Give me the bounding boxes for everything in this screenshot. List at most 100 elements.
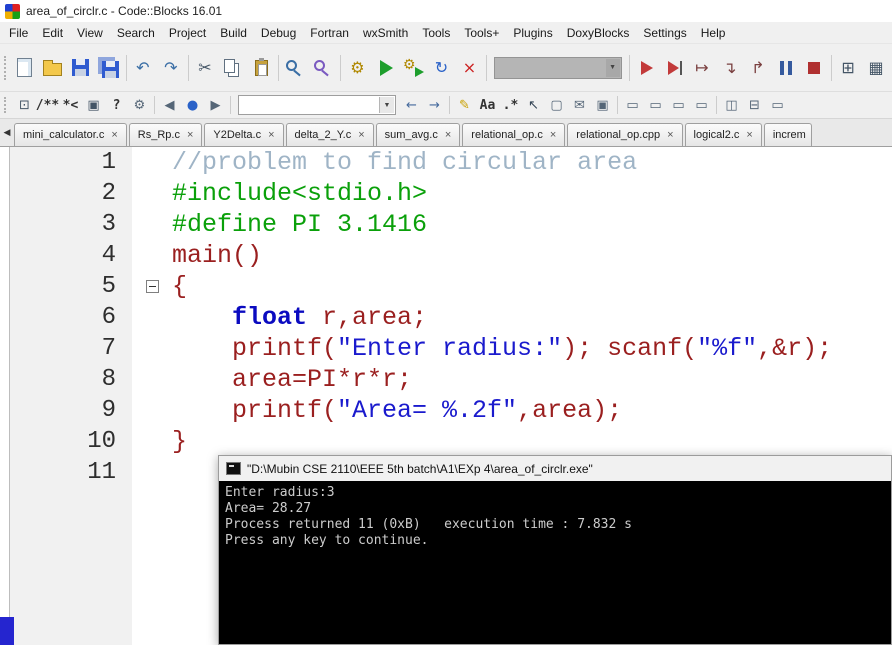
debugging-windows-button[interactable]: ⊞ [834, 54, 862, 82]
menu-item-tools[interactable]: Tools [415, 22, 457, 43]
save-all-button[interactable] [95, 54, 123, 82]
debug-continue-button[interactable] [632, 54, 660, 82]
close-tab-icon[interactable]: × [358, 129, 364, 141]
doxy-config-button[interactable]: ⚙ [128, 94, 151, 116]
split-view-button[interactable]: ◫ [720, 94, 743, 116]
redo-button[interactable]: ↷ [157, 54, 185, 82]
various-info-button[interactable]: ▦ [862, 54, 890, 82]
copy-button[interactable] [219, 54, 247, 82]
console-output[interactable]: Enter radius:3 Area= 28.27 Process returne… [219, 481, 891, 549]
menu-item-build[interactable]: Build [213, 22, 254, 43]
stop-debugger-button[interactable] [800, 54, 828, 82]
menu-item-debug[interactable]: Debug [254, 22, 303, 43]
menu-item-search[interactable]: Search [110, 22, 162, 43]
next-line-button[interactable]: ↦ [688, 54, 716, 82]
close-tab-icon[interactable]: × [111, 129, 117, 141]
title-bar[interactable]: area_of_circlr.c - Code::Blocks 16.01 [0, 0, 892, 22]
replace-button[interactable] [309, 54, 337, 82]
panel-toggle-button-1[interactable]: ▭ [621, 94, 644, 116]
doxy-run-chm-button[interactable]: ? [105, 94, 128, 116]
debug-play-icon [640, 60, 653, 75]
mail-button[interactable]: ✉ [568, 94, 591, 116]
tab-mini-calculator-c[interactable]: mini_calculator.c × [14, 123, 127, 146]
match-case-button[interactable]: Aa [476, 94, 499, 116]
search-next-button[interactable]: → [423, 94, 446, 116]
close-tab-icon[interactable]: × [187, 129, 193, 141]
code-token: main() [172, 241, 263, 270]
boxed-view-button[interactable]: ⊟ [743, 94, 766, 116]
break-debugger-button[interactable] [772, 54, 800, 82]
close-tab-icon[interactable]: × [268, 129, 274, 141]
close-tab-icon[interactable]: × [746, 129, 752, 141]
run-to-cursor-button[interactable] [660, 54, 688, 82]
fold-margin [132, 333, 172, 364]
menu-item-fortran[interactable]: Fortran [303, 22, 356, 43]
tab-y2delta-c[interactable]: Y2Delta.c × [204, 123, 284, 146]
wide-view-button[interactable]: ▭ [766, 94, 789, 116]
code-line: #include<stdio.h> [172, 178, 427, 209]
run-button[interactable] [371, 54, 399, 82]
menu-item-wxsmith[interactable]: wxSmith [356, 22, 415, 43]
doxy-block-comment-button[interactable]: /** [36, 94, 59, 116]
toggle-bookmark-button[interactable]: ● [181, 94, 204, 116]
menu-item-view[interactable]: View [70, 22, 110, 43]
menu-item-plugins[interactable]: Plugins [506, 22, 559, 43]
search-scope-combo[interactable]: ▼ [238, 95, 396, 115]
tab-rs-rp-c[interactable]: Rs_Rp.c × [128, 123, 203, 146]
build-and-run-button[interactable] [399, 54, 427, 82]
panel-toggle-button-4[interactable]: ▭ [690, 94, 713, 116]
line-number: 10 [87, 428, 116, 455]
open-file-button[interactable] [39, 54, 67, 82]
doxy-run-html-button[interactable]: ▣ [82, 94, 105, 116]
doxy-wizard-button[interactable]: ⊡ [13, 94, 36, 116]
new-file-button[interactable] [11, 54, 39, 82]
menu-bar: File Edit View Search Project Build Debug Fortr… [0, 22, 892, 44]
tab-scroll-left-button[interactable]: ◀ [0, 119, 14, 146]
tab-logical2-c[interactable]: logical2.c × [684, 123, 762, 146]
code-line: #define PI 3.1416 [172, 209, 427, 240]
pointer-button[interactable]: ↖ [522, 94, 545, 116]
console-line: Process returned 11 (0xB) execution time… [225, 517, 632, 532]
panel-toggle-button-3[interactable]: ▭ [667, 94, 690, 116]
tab-relational-op-c[interactable]: relational_op.c × [462, 123, 566, 146]
fold-marker-icon[interactable] [145, 280, 159, 293]
tab-delta-2-y-c[interactable]: delta_2_Y.c × [285, 123, 374, 146]
tab-relational-op-cpp[interactable]: relational_op.cpp × [567, 123, 683, 146]
cut-button[interactable]: ✂ [191, 54, 219, 82]
menu-item-settings[interactable]: Settings [636, 22, 693, 43]
menu-item-help[interactable]: Help [694, 22, 733, 43]
menu-item-doxyblocks[interactable]: DoxyBlocks [560, 22, 637, 43]
find-button[interactable] [281, 54, 309, 82]
close-tab-icon[interactable]: × [445, 129, 451, 141]
menu-item-tools[interactable]: Tools+ [457, 22, 506, 43]
step-out-button[interactable]: ↱ [744, 54, 772, 82]
undo-button[interactable]: ↶ [129, 54, 157, 82]
code-token: ); scanf( [562, 334, 698, 363]
console-line: Enter radius:3 [225, 485, 335, 500]
next-bookmark-button[interactable]: ▶ [204, 94, 227, 116]
menu-item-edit[interactable]: Edit [35, 22, 70, 43]
menu-item-project[interactable]: Project [162, 22, 213, 43]
close-tab-icon[interactable]: × [667, 129, 673, 141]
save-button[interactable] [67, 54, 95, 82]
close-tab-icon[interactable]: × [550, 129, 556, 141]
build-button[interactable]: ⚙ [343, 54, 371, 82]
abort-button[interactable]: × [455, 54, 483, 82]
highlight-occurrences-button[interactable]: ✎ [453, 94, 476, 116]
console-title-bar[interactable]: "D:\Mubin CSE 2110\EEE 5th batch\A1\EXp … [219, 456, 891, 481]
clear-search-button[interactable]: ▢ [545, 94, 568, 116]
prev-bookmark-button[interactable]: ◀ [158, 94, 181, 116]
build-target-combo[interactable]: ▼ [493, 56, 622, 79]
rebuild-button[interactable]: ↻ [427, 54, 455, 82]
menu-item-file[interactable]: File [2, 22, 35, 43]
window-button[interactable]: ▣ [591, 94, 614, 116]
doxy-line-comment-button[interactable]: *< [59, 94, 82, 116]
envelope-icon: ✉ [574, 97, 585, 113]
tab-sum-avg-c[interactable]: sum_avg.c × [375, 123, 461, 146]
panel-toggle-button-2[interactable]: ▭ [644, 94, 667, 116]
search-prev-button[interactable]: ← [400, 94, 423, 116]
paste-button[interactable] [247, 54, 275, 82]
tab-increm[interactable]: increm [763, 123, 812, 146]
step-into-button[interactable]: ↴ [716, 54, 744, 82]
regex-button[interactable]: .* [499, 94, 522, 116]
